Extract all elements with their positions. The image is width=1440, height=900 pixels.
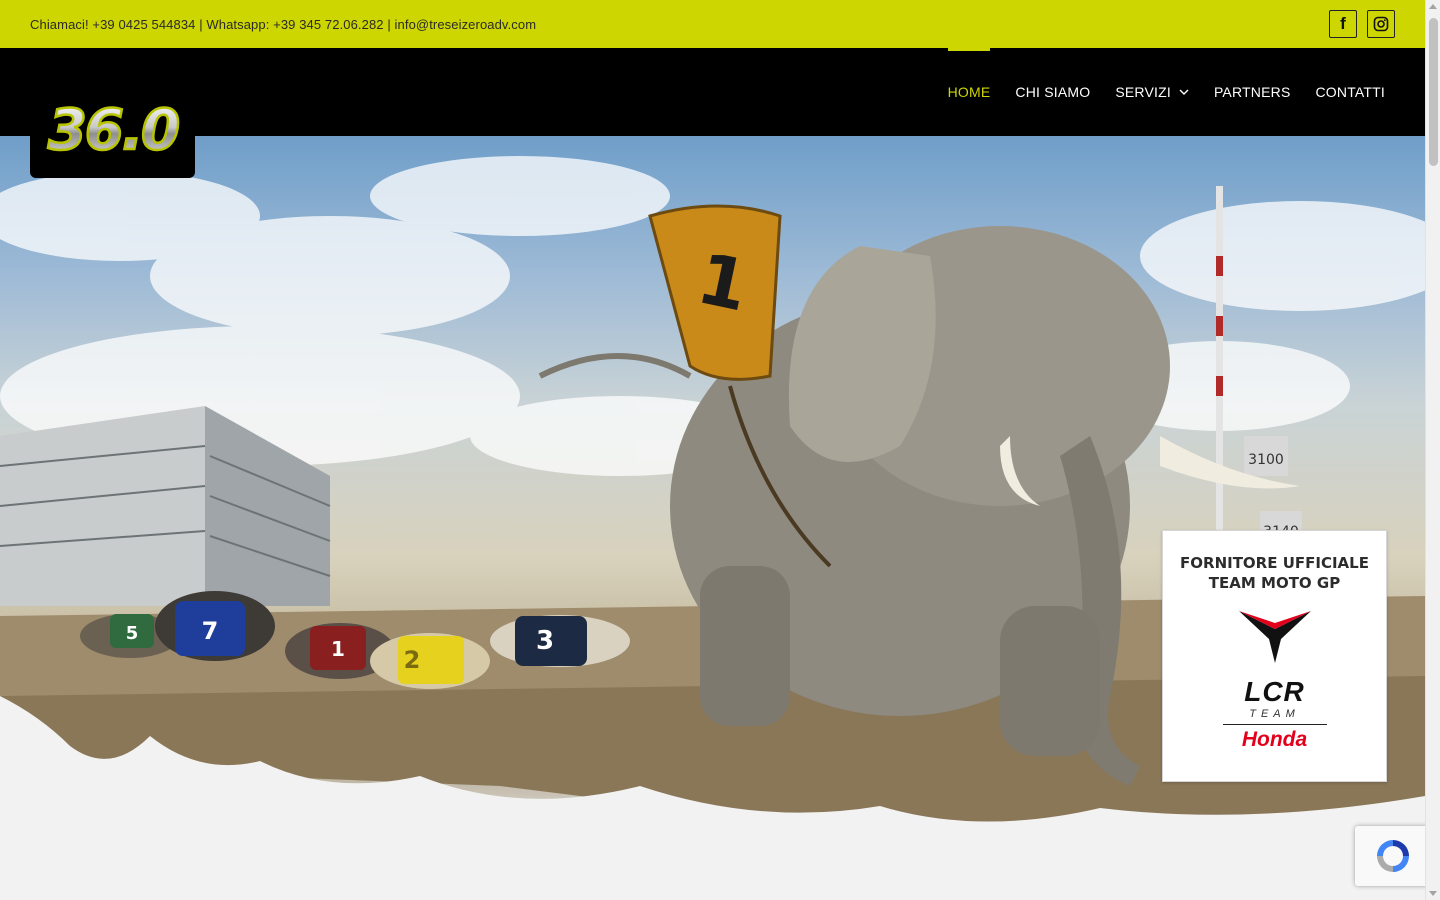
svg-text:1: 1	[331, 637, 345, 661]
site-logo[interactable]: 36.0	[30, 80, 195, 178]
chevron-down-icon	[1179, 89, 1189, 95]
recaptcha-icon	[1376, 840, 1409, 872]
nav-chi-siamo[interactable]: CHI SIAMO	[1015, 48, 1090, 136]
sponsor-title-line1: FORNITORE UFFICIALE	[1180, 554, 1369, 572]
sponsor-card[interactable]: FORNITORE UFFICIALE TEAM MOTO GP LCR TEA…	[1162, 530, 1387, 782]
logo-text: 36.0	[47, 98, 177, 163]
svg-text:3: 3	[536, 626, 554, 656]
top-contact-bar: Chiamaci! +39 0425 544834 | Whatsapp: +3…	[0, 0, 1425, 48]
sponsor-title-line2: TEAM MOTO GP	[1208, 574, 1341, 592]
lcr-chevron-icon	[1238, 611, 1311, 663]
greyhound-7: 7	[155, 591, 275, 661]
svg-text:7: 7	[202, 617, 219, 645]
nav-home[interactable]: HOME	[947, 48, 991, 136]
scrollbar-thumb[interactable]	[1429, 18, 1438, 166]
logo-mark: 36.0	[46, 97, 181, 165]
sponsor-divider	[1222, 724, 1327, 725]
social-links: f	[1329, 10, 1395, 38]
page-scrollbar[interactable]	[1425, 0, 1440, 900]
nav-contatti[interactable]: CONTATTI	[1315, 48, 1385, 136]
facebook-link[interactable]: f	[1329, 10, 1357, 38]
scroll-up-arrow-icon[interactable]	[1429, 4, 1437, 9]
svg-text:5: 5	[126, 623, 139, 644]
svg-text:2: 2	[404, 646, 421, 674]
honda-wordmark: Honda	[1241, 728, 1308, 751]
greyhound-2: 2	[370, 633, 490, 689]
contact-info[interactable]: Chiamaci! +39 0425 544834 | Whatsapp: +3…	[30, 17, 536, 32]
nav-servizi[interactable]: SERVIZI	[1115, 48, 1189, 136]
facebook-icon: f	[1340, 14, 1346, 33]
instagram-link[interactable]	[1367, 10, 1395, 38]
recaptcha-badge[interactable]	[1355, 826, 1430, 886]
greyhound-3: 3	[490, 615, 630, 667]
scroll-down-arrow-icon[interactable]	[1429, 891, 1437, 896]
nav-partners[interactable]: PARTNERS	[1214, 48, 1291, 136]
hero-illustration: 3100 3140 1 5	[0, 156, 1425, 900]
post-sign-1: 3100	[1248, 452, 1284, 468]
hero-banner: 3100 3140 1 5	[0, 136, 1425, 900]
lcr-team-label: TEAM	[1249, 708, 1300, 720]
lcr-wordmark: LCR	[1244, 676, 1305, 707]
instagram-icon	[1373, 16, 1389, 32]
main-nav: HOME CHI SIAMO SERVIZI PARTNERS CONTATTI	[947, 48, 1385, 136]
